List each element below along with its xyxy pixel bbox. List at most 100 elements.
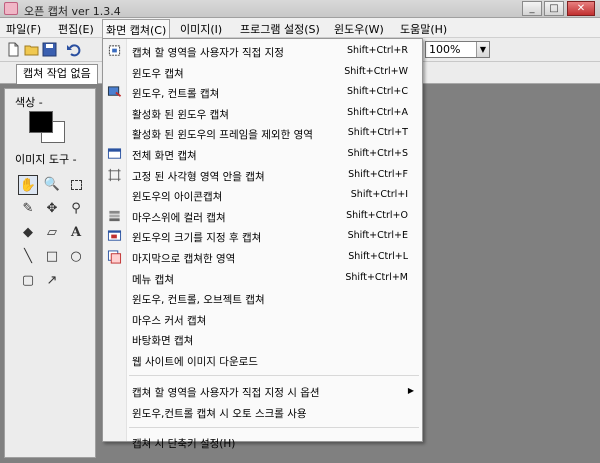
zoom-select[interactable]: 100% ▼ bbox=[425, 41, 490, 58]
window-title: 오픈 캡처 ver 1.3.4 bbox=[24, 5, 121, 18]
eyedropper-icon[interactable]: ⚲ bbox=[66, 199, 86, 219]
region-icon bbox=[108, 45, 121, 56]
capture-menu-item[interactable]: 활성화 된 윈도우 캡쳐 Shift+Ctrl+A bbox=[103, 103, 422, 124]
capture-menu-item[interactable]: 윈도우의 아이콘캡쳐 Shift+Ctrl+I bbox=[103, 185, 422, 206]
airbrush-icon[interactable]: ✥ bbox=[42, 199, 62, 219]
chevron-down-icon[interactable]: ▼ bbox=[476, 42, 489, 57]
undo-icon[interactable] bbox=[66, 42, 81, 57]
capture-menu-item-label: 마우스위에 컬러 캡쳐 bbox=[132, 211, 226, 224]
capture-menu-item[interactable]: 마우스위에 컬러 캡쳐 Shift+Ctrl+O bbox=[103, 206, 422, 227]
zoom-value: 100% bbox=[429, 43, 461, 56]
capture-menu-item-label: 윈도우 캡쳐 bbox=[132, 67, 184, 80]
capture-menu-item-label: 웹 사이트에 이미지 다운로드 bbox=[132, 356, 258, 368]
save-icon[interactable] bbox=[42, 42, 57, 57]
capture-menu-item-label: 활성화 된 윈도우 캡쳐 bbox=[132, 108, 229, 121]
capture-menu-item-shortcut: Shift+Ctrl+O bbox=[346, 209, 408, 221]
capture-menu-item-shortcut: Shift+Ctrl+L bbox=[348, 251, 408, 262]
eraser-icon[interactable]: ▱ bbox=[42, 223, 62, 243]
menu-window[interactable]: 윈도우(W) bbox=[334, 21, 384, 37]
close-button[interactable]: ✕ bbox=[567, 1, 595, 16]
capture-menu-item-shortcut: Shift+Ctrl+W bbox=[344, 65, 408, 77]
capture-menu-item-shortcut: Shift+Ctrl+T bbox=[347, 127, 408, 139]
tools-section-label: 이미지 도구 - bbox=[15, 153, 77, 166]
region-options-submenu[interactable]: 캡쳐 할 영역을 사용자가 직접 지정 시 옵션 ▶ bbox=[103, 381, 422, 402]
capture-menu-item[interactable]: 고정 된 사각형 영역 안을 캡쳐 Shift+Ctrl+F bbox=[103, 165, 422, 186]
capture-menu-item-label: 마지막으로 캡쳐한 영역 bbox=[132, 253, 236, 265]
ellipse-icon[interactable]: ○ bbox=[66, 247, 86, 267]
menu-capture[interactable]: 화면 캡쳐(C) bbox=[102, 19, 171, 38]
capture-menu-item[interactable]: 메뉴 캡쳐 Shift+Ctrl+M bbox=[103, 268, 422, 289]
menu-edit[interactable]: 편집(E) bbox=[58, 21, 94, 37]
app-icon bbox=[4, 2, 18, 15]
capture-menu-item-label: 고정 된 사각형 영역 안을 캡쳐 bbox=[132, 170, 265, 183]
capture-menu-item[interactable]: 활성화 된 윈도우의 프레임을 제외한 영역 Shift+Ctrl+T bbox=[103, 123, 422, 144]
capture-menu-item-shortcut: Shift+Ctrl+A bbox=[347, 106, 408, 118]
option-label: 윈도우,컨트롤 캡쳐 시 오토 스크롤 사용 bbox=[132, 408, 307, 421]
capture-menu-item-shortcut: Shift+Ctrl+S bbox=[347, 148, 408, 159]
rectangle-icon[interactable]: □ bbox=[42, 247, 62, 267]
menu-file[interactable]: 파일(F) bbox=[6, 21, 41, 37]
capture-menu-item-label: 메뉴 캡쳐 bbox=[132, 273, 174, 286]
magnifier-icon[interactable]: 🔍 bbox=[42, 175, 62, 195]
maximize-button[interactable]: □ bbox=[544, 1, 564, 16]
foreground-color-swatch[interactable] bbox=[29, 111, 53, 133]
capture-menu-item-label: 활성화 된 윈도우의 프레임을 제외한 영역 bbox=[132, 129, 313, 142]
color-section-label: 색상 - bbox=[15, 96, 43, 109]
capture-menu-item-shortcut: Shift+Ctrl+F bbox=[348, 168, 408, 180]
auto-scroll-option[interactable]: 윈도우,컨트롤 캡쳐 시 오토 스크롤 사용 bbox=[103, 402, 422, 423]
title-bar: 오픈 캡처 ver 1.3.4 _ □ ✕ bbox=[0, 0, 600, 18]
capture-menu-item-label: 윈도우, 컨트롤, 오브젝트 캡쳐 bbox=[132, 294, 265, 307]
fill-icon[interactable]: ◆ bbox=[18, 223, 38, 243]
hotkey-settings-item[interactable]: 캡쳐 시 단축키 설정(H) bbox=[103, 432, 422, 453]
capture-menu-item-shortcut: Shift+Ctrl+M bbox=[345, 271, 408, 283]
menu-separator bbox=[129, 374, 419, 376]
capture-menu-item-shortcut: Shift+Ctrl+E bbox=[347, 230, 408, 242]
tab-no-capture[interactable]: 캡쳐 작업 없음 bbox=[16, 64, 98, 84]
capture-menu-item-label: 윈도우의 크기를 지정 후 캡쳐 bbox=[132, 232, 262, 245]
select-rect-icon[interactable] bbox=[66, 175, 86, 195]
hotkey-settings-label: 캡쳐 시 단축키 설정(H) bbox=[132, 437, 236, 450]
capture-menu-item[interactable]: 바탕화면 캡쳐 bbox=[103, 329, 422, 350]
capture-menu-item[interactable]: 마지막으로 캡쳐한 영역 Shift+Ctrl+L bbox=[103, 247, 422, 268]
text-icon[interactable]: A bbox=[66, 223, 86, 243]
capture-menu-item[interactable]: 윈도우, 컨트롤, 오브젝트 캡쳐 bbox=[103, 288, 422, 309]
fullscreen-icon bbox=[107, 148, 122, 159]
last-region-icon bbox=[107, 250, 122, 264]
menu-help[interactable]: 도움말(H) bbox=[400, 21, 447, 37]
menu-settings[interactable]: 프로그램 설정(S) bbox=[240, 21, 320, 37]
new-file-icon[interactable] bbox=[6, 42, 21, 57]
menu-image[interactable]: 이미지(I) bbox=[180, 21, 222, 37]
capture-menu-item-label: 전체 화면 캡쳐 bbox=[132, 150, 197, 162]
capture-menu-item-label: 바탕화면 캡쳐 bbox=[132, 335, 194, 348]
rounded-rect-icon[interactable]: ▢ bbox=[18, 271, 38, 291]
arrow-icon[interactable]: ↗ bbox=[42, 271, 62, 291]
submenu-arrow-icon: ▶ bbox=[407, 385, 414, 395]
color-bars-icon bbox=[109, 210, 120, 221]
tool-panel: 색상 - 이미지 도구 - ✋ 🔍 ✎ ✥ ⚲ ◆ ▱ A ╲ □ ○ ▢ ↗ bbox=[4, 88, 96, 458]
hand-icon[interactable]: ✋ bbox=[18, 175, 38, 195]
capture-menu-item[interactable]: 윈도우의 크기를 지정 후 캡쳐 Shift+Ctrl+E bbox=[103, 226, 422, 247]
capture-menu-item-label: 캡쳐 할 영역을 사용자가 직접 지정 bbox=[132, 47, 284, 59]
window-control-icon bbox=[107, 86, 122, 98]
menu-separator bbox=[129, 426, 419, 428]
resize-window-icon bbox=[107, 230, 122, 242]
capture-menu-item[interactable]: 캡쳐 할 영역을 사용자가 직접 지정 Shift+Ctrl+R bbox=[103, 41, 422, 62]
capture-menu-item[interactable]: 윈도우 캡쳐 Shift+Ctrl+W bbox=[103, 62, 422, 83]
capture-menu-item[interactable]: 웹 사이트에 이미지 다운로드 bbox=[103, 350, 422, 371]
capture-menu-item[interactable]: 전체 화면 캡쳐 Shift+Ctrl+S bbox=[103, 144, 422, 165]
capture-menu-item-shortcut: Shift+Ctrl+R bbox=[346, 45, 408, 56]
capture-menu-item-label: 윈도우의 아이콘캡쳐 bbox=[132, 191, 223, 204]
minimize-button[interactable]: _ bbox=[522, 1, 542, 16]
capture-menu-item-label: 마우스 커서 캡쳐 bbox=[132, 314, 207, 327]
pencil-icon[interactable]: ✎ bbox=[18, 199, 38, 219]
fixed-rect-icon bbox=[108, 168, 121, 181]
capture-dropdown-menu: 캡쳐 할 영역을 사용자가 직접 지정 Shift+Ctrl+R 윈도우 캡쳐 Shi… bbox=[102, 38, 423, 450]
menu-bar: 파일(F) 편집(E) 화면 캡쳐(C) 이미지(I) 프로그램 설정(S) 윈… bbox=[0, 18, 600, 38]
line-icon[interactable]: ╲ bbox=[18, 247, 38, 267]
open-folder-icon[interactable] bbox=[24, 42, 39, 57]
option-label: 캡쳐 할 영역을 사용자가 직접 지정 시 옵션 bbox=[132, 386, 320, 399]
capture-menu-item[interactable]: 윈도우, 컨트롤 캡쳐 Shift+Ctrl+C bbox=[103, 82, 422, 103]
capture-menu-item[interactable]: 마우스 커서 캡쳐 bbox=[103, 309, 422, 330]
capture-menu-item-shortcut: Shift+Ctrl+I bbox=[350, 189, 408, 201]
capture-menu-item-label: 윈도우, 컨트롤 캡쳐 bbox=[132, 88, 220, 101]
